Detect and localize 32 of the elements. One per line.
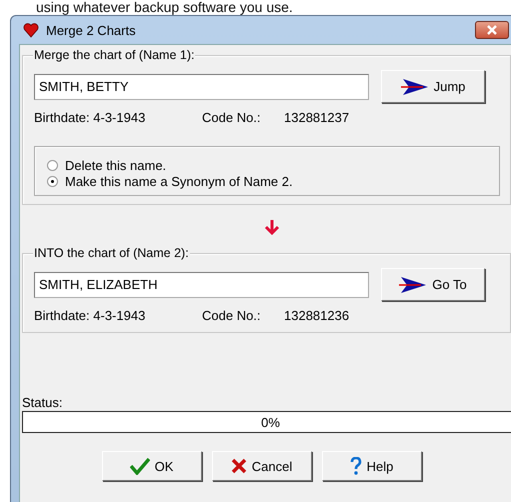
radio-option[interactable]: Delete this name. (47, 157, 491, 173)
name-field[interactable]: SMITH, BETTY (34, 74, 369, 100)
status-label: Status: (22, 395, 64, 411)
window-title: Merge 2 Charts (46, 22, 136, 38)
code-value: 132881236 (284, 308, 350, 322)
help-button[interactable]: Help (322, 451, 422, 481)
jump-button[interactable]: Jump (381, 70, 485, 103)
group-label: INTO the chart of (Name 2): (33, 246, 190, 260)
go-to-button[interactable]: Go To (381, 268, 485, 301)
caption-text: using whatever backup software you use. (36, 0, 293, 14)
cross-icon (230, 458, 247, 474)
progress-text: 0% (261, 414, 280, 430)
down-arrow-icon (264, 219, 280, 235)
heart-icon (23, 22, 39, 38)
code-value: 132881237 (284, 110, 350, 124)
birthdate-text: Birthdate: 4-3-1943 (34, 308, 146, 322)
cancel-button[interactable]: Cancel (212, 451, 312, 481)
arrow-icon (399, 276, 428, 294)
radio-button[interactable] (47, 160, 58, 170)
ok-button[interactable]: OK (102, 451, 202, 481)
radio-button[interactable] (47, 176, 58, 186)
group-label: Merge the chart of (Name 1): (33, 48, 196, 62)
code-label: Code No.: (202, 308, 262, 322)
code-label: Code No.: (202, 110, 262, 124)
radio-option[interactable]: Make this name a Synonym of Name 2. (47, 173, 491, 189)
birthdate-text: Birthdate: 4-3-1943 (34, 110, 146, 124)
name-field[interactable]: SMITH, ELIZABETH (34, 272, 369, 298)
question-icon (350, 457, 362, 475)
arrow-icon (400, 78, 429, 96)
check-icon (130, 457, 150, 475)
close-button[interactable] (475, 21, 509, 39)
close-icon (486, 25, 498, 35)
